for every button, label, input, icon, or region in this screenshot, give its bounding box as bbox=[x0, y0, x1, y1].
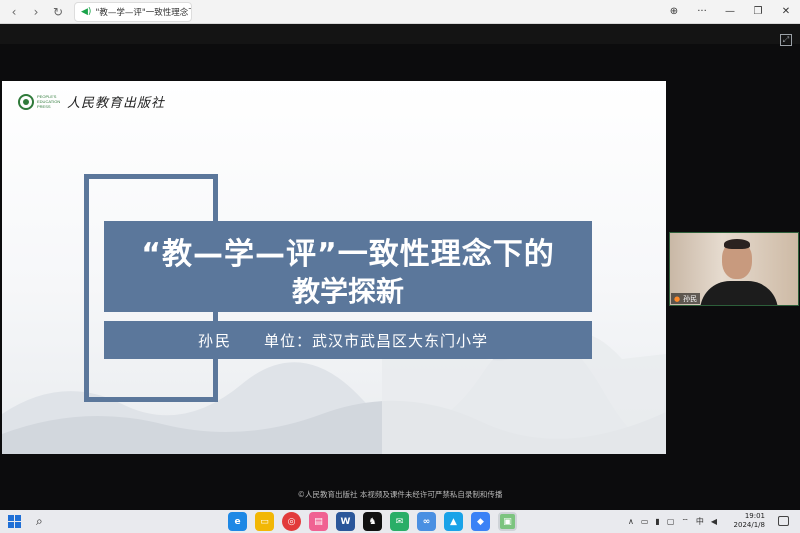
logo-mark-icon bbox=[18, 93, 34, 110]
volume-icon[interactable]: ◀ bbox=[711, 517, 717, 526]
system-tray: ∧ ▭ ▮ ▢ ⌔ 中 ◀ bbox=[628, 510, 724, 533]
slide-title-line1: “教—学—评”一致性理念下的 bbox=[141, 237, 555, 272]
clock-time: 19:01 bbox=[744, 512, 765, 520]
webcam-tile[interactable]: ● 孙民 bbox=[669, 232, 799, 306]
display-icon[interactable]: ▢ bbox=[667, 517, 675, 526]
meeting-header bbox=[0, 24, 800, 44]
microphone-icon: ● bbox=[674, 294, 681, 303]
windows-start-icon[interactable] bbox=[8, 514, 22, 529]
reload-icon[interactable]: ↻ bbox=[50, 4, 66, 20]
globe-icon[interactable]: ⊕ bbox=[660, 0, 688, 24]
close-icon[interactable]: ✕ bbox=[772, 0, 800, 24]
tab-title: "教—学—评"一致性理念下的 bbox=[95, 7, 191, 18]
app-pink-icon[interactable]: ▤ bbox=[309, 512, 328, 531]
screen: ‹ › ↻ ◀) "教—学—评"一致性理念下的 ⊕ ··· — ❐ ✕ ⤢ bbox=[0, 0, 800, 533]
presenter-unit: 单位：武汉市武昌区大东门小学 bbox=[264, 331, 489, 350]
presenter-info: 孙民 单位：武汉市武昌区大东门小学 bbox=[104, 321, 592, 359]
restore-icon[interactable]: ❐ bbox=[744, 0, 772, 24]
ime-indicator[interactable]: 中 bbox=[696, 516, 704, 527]
fullscreen-icon[interactable]: ⤢ bbox=[780, 34, 792, 46]
wechat-icon[interactable]: ✉ bbox=[390, 512, 409, 531]
clock-date: 2024/1/8 bbox=[733, 521, 765, 529]
back-icon[interactable]: ‹ bbox=[6, 4, 22, 20]
chevron-up-icon[interactable]: ∧ bbox=[628, 517, 634, 526]
shared-slide: PEOPLE'S EDUCATION PRESS 人民教育出版社 “教—学—评”… bbox=[2, 81, 666, 454]
participant-name: 孙民 bbox=[683, 294, 698, 303]
minimize-icon[interactable]: — bbox=[716, 0, 744, 24]
logo-english: PEOPLE'S EDUCATION PRESS bbox=[37, 94, 61, 109]
wifi-icon[interactable]: ⌔ bbox=[681, 517, 689, 527]
taskbar-apps: e ▭ ◎ ▤ W ♞ ✉ ∞ ▲ ◆ ▣ bbox=[228, 512, 525, 531]
search-icon[interactable]: ⌕ bbox=[36, 514, 43, 529]
forward-icon[interactable]: › bbox=[28, 4, 44, 20]
tray-app-icon[interactable]: ▭ bbox=[641, 517, 649, 526]
publisher-logo: PEOPLE'S EDUCATION PRESS 人民教育出版社 bbox=[18, 92, 165, 111]
copyright-notice: ©人民教育出版社 本视频及课件未经许可严禁私自录制和传播 bbox=[297, 490, 503, 499]
file-explorer-icon[interactable]: ▭ bbox=[255, 512, 274, 531]
window-controls: ⊕ ··· — ❐ ✕ bbox=[660, 0, 800, 24]
taskbar: ⌕ e ▭ ◎ ▤ W ♞ ✉ ∞ ▲ ◆ ▣ ∧ ▭ ▮ ▢ ⌔ 中 ◀ 19… bbox=[0, 510, 800, 533]
notification-icon[interactable] bbox=[778, 516, 789, 526]
logo-chinese: 人民教育出版社 bbox=[67, 96, 166, 111]
speaker-icon[interactable]: ◀) bbox=[81, 7, 91, 17]
word-icon[interactable]: W bbox=[336, 512, 355, 531]
netease-music-icon[interactable]: ◎ bbox=[282, 512, 301, 531]
edge-icon[interactable]: e bbox=[228, 512, 247, 531]
clock[interactable]: 19:01 2024/1/8 bbox=[733, 512, 765, 530]
browser-toolbar: ‹ › ↻ ◀) "教—学—评"一致性理念下的 ⊕ ··· — ❐ ✕ bbox=[0, 0, 800, 24]
presenter-name: 孙民 bbox=[198, 331, 233, 350]
slide-title-line2: 教学探新 bbox=[291, 275, 404, 308]
browser-tab[interactable]: ◀) "教—学—评"一致性理念下的 bbox=[74, 1, 192, 22]
battery-icon[interactable]: ▮ bbox=[655, 517, 659, 526]
qq-icon[interactable]: ♞ bbox=[363, 512, 382, 531]
baidu-netdisk-icon[interactable]: ∞ bbox=[417, 512, 436, 531]
participant-label: ● 孙民 bbox=[671, 293, 701, 304]
slide-title-box: “教—学—评”一致性理念下的 教学探新 bbox=[104, 221, 592, 312]
app-shield-icon[interactable]: ◆ bbox=[471, 512, 490, 531]
more-icon[interactable]: ··· bbox=[688, 0, 716, 24]
meeting-app-icon[interactable]: ▣ bbox=[498, 512, 517, 531]
app-blue-icon[interactable]: ▲ bbox=[444, 512, 463, 531]
meeting-view: ⤢ PEOPLE'S EDUCATION PRESS 人民教育出版社 “教—学—… bbox=[0, 24, 800, 510]
